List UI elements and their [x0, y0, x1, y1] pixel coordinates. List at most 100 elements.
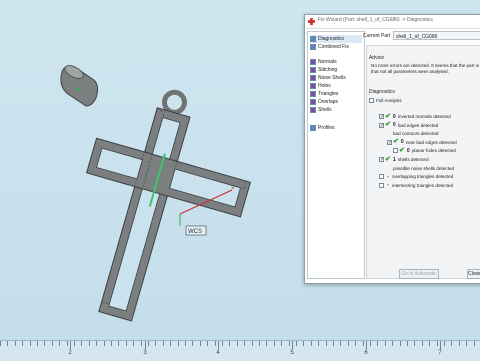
diagnostic-checkbox[interactable]: ✓: [379, 157, 384, 163]
ruler-tick: [303, 341, 305, 346]
current-part-field[interactable]: shell_1_of_CG686: [393, 31, 480, 40]
nav-item-stitching[interactable]: Stitching: [310, 66, 362, 74]
ruler-tick: [66, 341, 68, 346]
ruler-tick: [170, 341, 172, 346]
cross-pendant[interactable]: [51, 75, 269, 340]
close-button[interactable]: Close: [467, 269, 480, 279]
ruler-tick: [7, 341, 9, 346]
ruler-tick: [384, 341, 386, 346]
ruler-tick: [333, 341, 334, 346]
normals-icon: [310, 59, 316, 65]
full-analysis-row[interactable]: Full Analysis: [369, 97, 402, 104]
nav-item-holes[interactable]: Holes: [310, 82, 362, 90]
nav-item-overlaps[interactable]: Overlaps: [310, 98, 362, 106]
ruler-tick: [377, 341, 379, 346]
svg-text:×: ×: [231, 186, 235, 192]
ruler-tick: [103, 341, 105, 346]
ruler-major-tick: [292, 341, 293, 349]
ruler-tick: [273, 341, 275, 346]
ruler-tick: [310, 341, 312, 346]
go-to-automatic-button[interactable]: Go to Automatic: [399, 269, 439, 279]
ruler-number: 5: [290, 350, 294, 356]
current-part-label: Current Part: [363, 33, 391, 39]
ruler-tick: [362, 341, 364, 346]
diagnostic-checkbox[interactable]: ✓: [379, 114, 384, 120]
diagnostic-row[interactable]: possible noise shells detected: [393, 165, 454, 172]
ruler-tick: [244, 341, 246, 346]
noise-shells-icon: [310, 75, 316, 81]
ruler-tick: [340, 341, 342, 346]
overlaps-icon: [310, 99, 316, 105]
wizard-app-icon: [308, 18, 315, 25]
ruler-tick: [37, 341, 38, 346]
nav-item-label: Triangles: [318, 91, 339, 97]
ruler-tick: [429, 341, 431, 346]
diagnostic-row[interactable]: - overlapping triangles detected: [379, 173, 453, 180]
diagnostic-row[interactable]: bad contours detected: [393, 130, 438, 137]
ruler-tick: [74, 341, 75, 346]
status-check-icon: ✔: [399, 146, 405, 154]
bail-part[interactable]: [60, 63, 99, 107]
status-check-icon: ✔: [385, 155, 391, 163]
nav-item-label: Overlaps: [318, 99, 339, 105]
diagnostic-checkbox[interactable]: ✓: [379, 122, 384, 128]
nav-item-label: Stitching: [318, 67, 338, 73]
nav-item-profiles[interactable]: Profiles: [310, 124, 362, 132]
ruler-tick: [318, 341, 320, 346]
nav-item-label: Normals: [318, 59, 337, 65]
nav-item-normals[interactable]: Normals: [310, 58, 362, 66]
diagnostic-row[interactable]: ✓ ✔ 0 bad edges detected: [379, 121, 438, 129]
bottom-ruler: 2 3 4 5 6 7: [0, 340, 480, 361]
ruler-tick: [140, 341, 142, 346]
diagnostic-checkbox[interactable]: ✓: [387, 139, 392, 145]
ruler-tick: [125, 341, 127, 346]
profiles-icon: [310, 125, 316, 131]
ruler-tick: [466, 341, 468, 346]
nav-item-label: Holes: [318, 83, 331, 89]
status-check-icon: ✔: [393, 138, 399, 146]
ruler-tick: [22, 341, 24, 346]
dialog-titlebar[interactable]: Fix Wizard (Part: shell_1_of_CG686) -> D…: [305, 15, 480, 29]
nav-item-combined-fix[interactable]: Combined Fix: [310, 43, 362, 51]
wizard-nav[interactable]: Diagnostics Combined Fix Normals Stitching N…: [307, 31, 365, 279]
wcs-label: WCS: [188, 229, 202, 235]
ruler-major-tick: [440, 341, 441, 349]
nav-item-diagnostics[interactable]: Diagnostics: [310, 35, 362, 43]
nav-item-shells[interactable]: Shells: [310, 106, 362, 114]
full-analysis-checkbox[interactable]: [369, 98, 374, 103]
ruler-tick: [236, 341, 238, 346]
ruler-tick: [266, 341, 268, 346]
ruler-number: 4: [216, 350, 220, 356]
diagnostic-row[interactable]: ✔ 0 planar holes detected: [393, 147, 456, 154]
ruler-tick: [229, 341, 231, 346]
diagnostic-checkbox[interactable]: [379, 182, 384, 188]
diagnostic-checkbox[interactable]: [379, 174, 384, 180]
ruler-tick: [296, 341, 297, 346]
dialog-title: Fix Wizard (Part: shell_1_of_CG686) -> D…: [318, 17, 433, 23]
diagnostic-row[interactable]: - intersecting triangles detected: [379, 182, 453, 189]
diagnostic-label: overlapping triangles detected: [392, 174, 454, 180]
ruler-tick: [148, 341, 149, 346]
ruler-tick: [392, 341, 394, 346]
fix-wizard-dialog[interactable]: Fix Wizard (Part: shell_1_of_CG686) -> D…: [304, 14, 480, 284]
nav-item-label: Profiles: [318, 125, 335, 131]
nav-item-triangles[interactable]: Triangles: [310, 90, 362, 98]
diagnostic-row[interactable]: ✓ ✔ 1 shells detected: [379, 156, 429, 163]
ruler-tick: [407, 341, 408, 346]
ruler-tick: [325, 341, 327, 346]
ruler-tick: [347, 341, 349, 346]
nav-item-label: Shells: [318, 107, 332, 113]
diagnostic-row[interactable]: ✓ ✔ 0 near bad edges detected: [387, 138, 457, 146]
nav-item-label: Combined Fix: [318, 44, 349, 50]
ruler-major-tick: [366, 341, 367, 349]
nav-item-noise-shells[interactable]: Noise Shells: [310, 74, 362, 82]
diagnostic-row[interactable]: ✓ ✔ 0 inverted normals detected: [379, 113, 451, 120]
diagnostic-checkbox[interactable]: [393, 148, 398, 154]
nav-item-label: Noise Shells: [318, 75, 346, 81]
diagnostic-label: possible noise shells detected: [393, 165, 455, 171]
ruler-tick: [14, 341, 16, 346]
ruler-tick: [155, 341, 157, 346]
ruler-tick: [451, 341, 453, 346]
advice-title: Advice: [369, 55, 385, 61]
ruler-number: 6: [364, 350, 368, 356]
